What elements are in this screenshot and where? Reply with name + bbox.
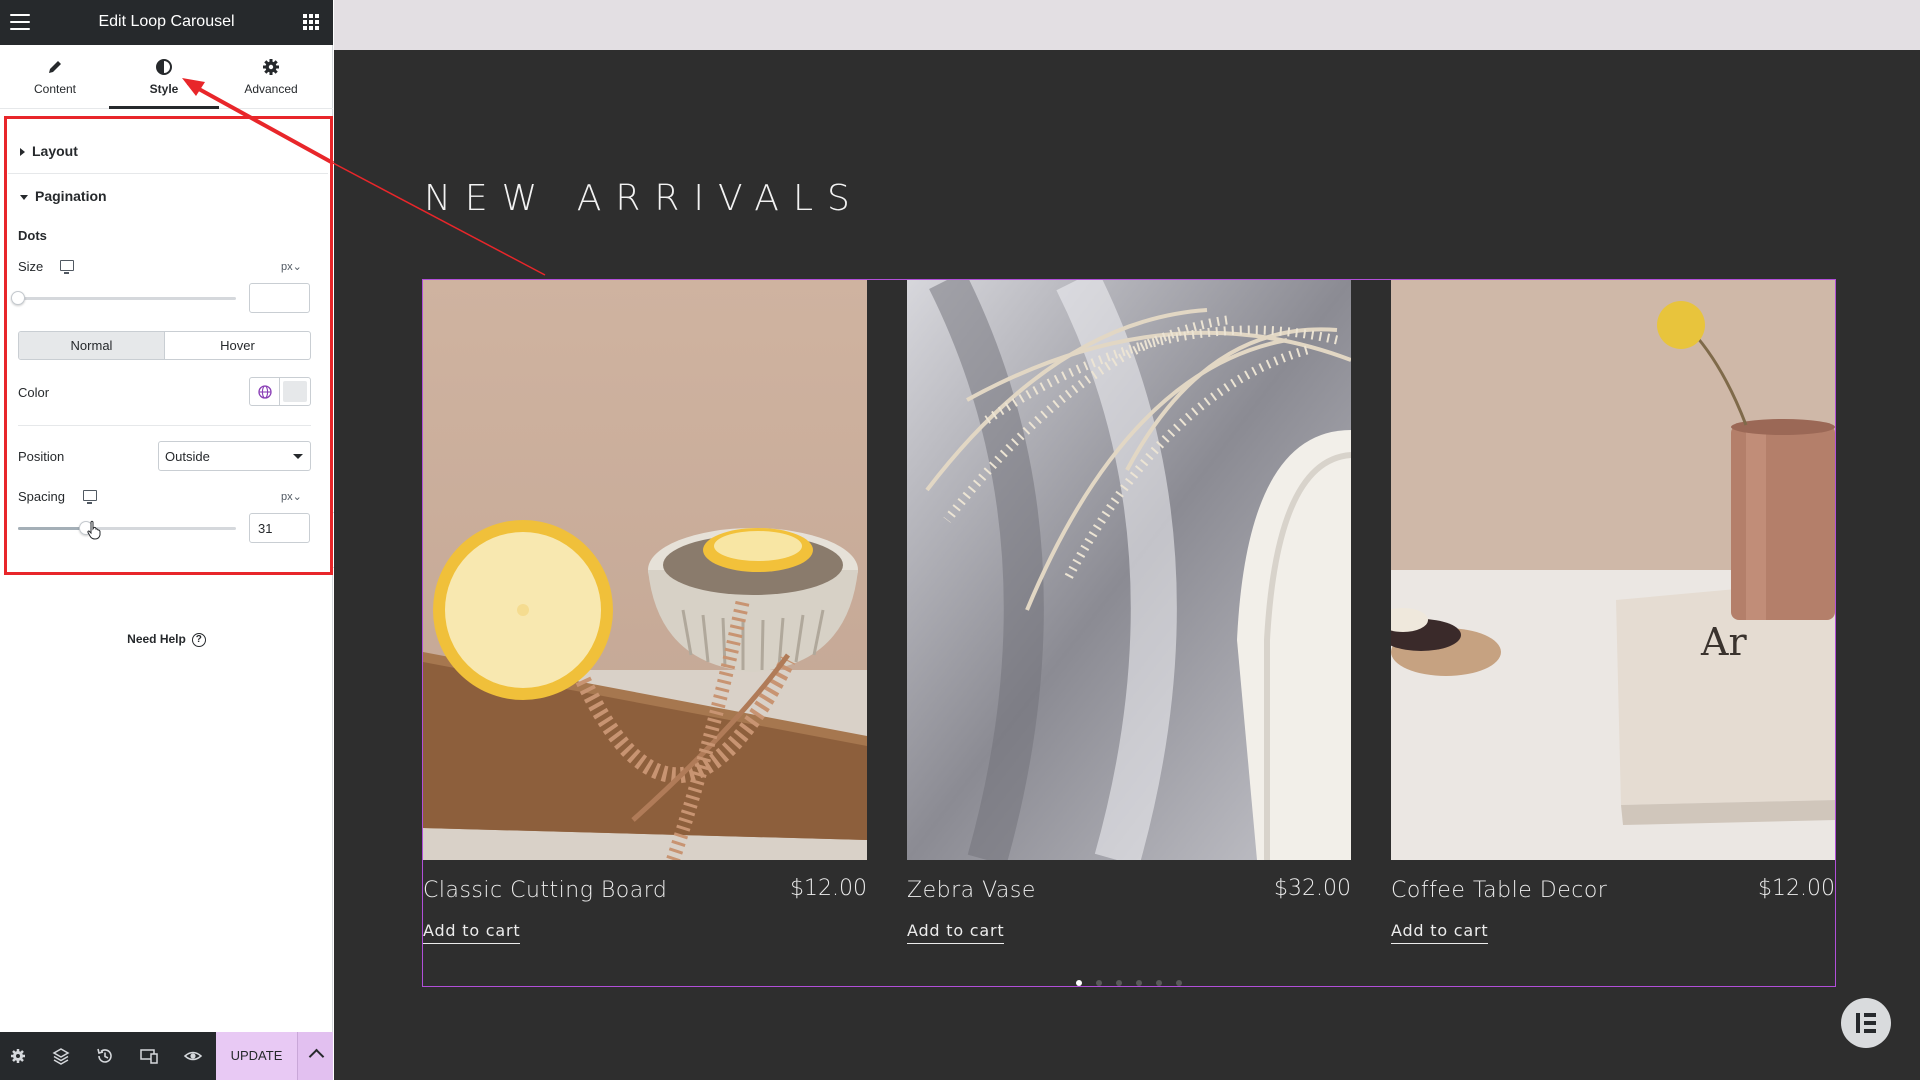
update-options-chevron-icon[interactable] — [297, 1032, 333, 1080]
product-price: $12.00 — [1758, 876, 1835, 901]
color-picker[interactable] — [249, 377, 311, 406]
add-to-cart-button[interactable]: Add to cart — [907, 921, 1005, 944]
divider — [8, 173, 328, 174]
dots-heading: Dots — [18, 228, 47, 243]
state-toggle: Normal Hover — [18, 331, 311, 360]
editor-panel: Edit Loop Carousel Content Style Advance… — [0, 0, 333, 1080]
size-unit-select[interactable]: px⌄ — [281, 260, 302, 273]
spacing-slider-fill — [18, 527, 86, 530]
svg-text:Ar: Ar — [1700, 620, 1747, 664]
tab-style-label: Style — [149, 82, 179, 96]
gear-icon — [263, 59, 279, 75]
size-input[interactable] — [249, 283, 310, 313]
preview-canvas: NEW ARRIVALS Classic Cutting Board $12.0… — [334, 0, 1920, 1080]
tab-content-label: Content — [33, 82, 77, 96]
need-help-label: Need Help — [127, 632, 186, 646]
panel-tabs: Content Style Advanced — [0, 45, 333, 109]
caret-down-icon — [20, 194, 28, 200]
product-card[interactable]: Zebra Vase $32.00 Add to cart — [907, 280, 1351, 980]
loop-carousel[interactable]: Classic Cutting Board $12.00 Add to cart — [422, 279, 1836, 987]
preview-top-strip — [334, 0, 1920, 50]
responsive-icon[interactable] — [139, 1046, 159, 1066]
half-circle-icon — [156, 59, 172, 75]
caret-right-icon — [20, 148, 25, 157]
pagination-dot[interactable] — [1116, 980, 1122, 986]
color-label: Color — [18, 385, 50, 400]
position-label: Position — [18, 449, 65, 464]
spacing-label: Spacing — [18, 489, 65, 504]
section-pagination-label: Pagination — [35, 188, 107, 204]
editor-app: Edit Loop Carousel Content Style Advance… — [0, 0, 1920, 1080]
product-price: $12.00 — [790, 876, 867, 901]
position-select[interactable]: Outside — [158, 441, 311, 471]
widgets-grid-icon[interactable] — [303, 14, 319, 30]
tab-advanced[interactable]: Advanced — [216, 45, 326, 109]
help-circle-icon: ? — [191, 632, 206, 647]
panel-header: Edit Loop Carousel — [0, 0, 333, 45]
divider — [18, 425, 311, 426]
panel-footer: UPDATE — [0, 1032, 333, 1080]
product-image[interactable]: Ar — [1391, 280, 1835, 860]
pagination-dot[interactable] — [1156, 980, 1162, 986]
pagination-dot[interactable] — [1176, 980, 1182, 986]
section-layout[interactable]: Layout — [20, 143, 78, 159]
panel-title: Edit Loop Carousel — [98, 13, 235, 30]
hand-cursor-icon — [87, 520, 101, 540]
history-icon[interactable] — [95, 1046, 115, 1066]
carousel-pagination — [423, 980, 1835, 986]
layers-icon[interactable] — [51, 1046, 71, 1066]
position-value: Outside — [165, 449, 210, 464]
settings-icon[interactable] — [8, 1046, 28, 1066]
spacing-input[interactable] — [249, 513, 310, 543]
desktop-device-icon[interactable] — [60, 260, 74, 274]
desktop-device-icon[interactable] — [83, 490, 97, 504]
add-to-cart-button[interactable]: Add to cart — [1391, 921, 1489, 944]
product-card[interactable]: Ar Coffee Table Decor $12.00 Add to cart — [1391, 280, 1835, 980]
product-name[interactable]: Coffee Table Decor — [1391, 878, 1607, 903]
tab-content[interactable]: Content — [0, 45, 110, 109]
product-price: $32.00 — [1274, 876, 1351, 901]
pagination-dot[interactable] — [1076, 980, 1082, 986]
tab-style[interactable]: Style — [109, 45, 219, 109]
pencil-icon — [49, 61, 61, 73]
global-colors-icon[interactable] — [250, 378, 280, 405]
size-slider-handle[interactable] — [11, 291, 25, 305]
product-name[interactable]: Zebra Vase — [907, 878, 1036, 903]
update-button[interactable]: UPDATE — [216, 1032, 297, 1080]
size-label: Size — [18, 259, 44, 274]
elementor-logo-icon[interactable] — [1841, 998, 1891, 1048]
section-pagination[interactable]: Pagination — [20, 188, 107, 204]
product-card[interactable]: Classic Cutting Board $12.00 Add to cart — [423, 280, 867, 980]
add-to-cart-button[interactable]: Add to cart — [423, 921, 521, 944]
dropdown-caret-icon — [293, 454, 303, 459]
pagination-dot[interactable] — [1096, 980, 1102, 986]
section-layout-label: Layout — [32, 143, 78, 159]
tab-hover[interactable]: Hover — [165, 332, 310, 359]
product-name[interactable]: Classic Cutting Board — [423, 878, 667, 903]
need-help-link[interactable]: Need Help? — [0, 632, 333, 647]
section-heading[interactable]: NEW ARRIVALS — [424, 178, 864, 219]
color-swatch[interactable] — [283, 381, 307, 402]
spacing-unit-select[interactable]: px⌄ — [281, 490, 302, 503]
tab-normal[interactable]: Normal — [19, 332, 165, 359]
product-image[interactable] — [423, 280, 867, 860]
pagination-dot[interactable] — [1136, 980, 1142, 986]
product-image[interactable] — [907, 280, 1351, 860]
preview-eye-icon[interactable] — [183, 1046, 203, 1066]
tab-advanced-label: Advanced — [244, 82, 298, 96]
size-slider-track[interactable] — [18, 297, 236, 300]
